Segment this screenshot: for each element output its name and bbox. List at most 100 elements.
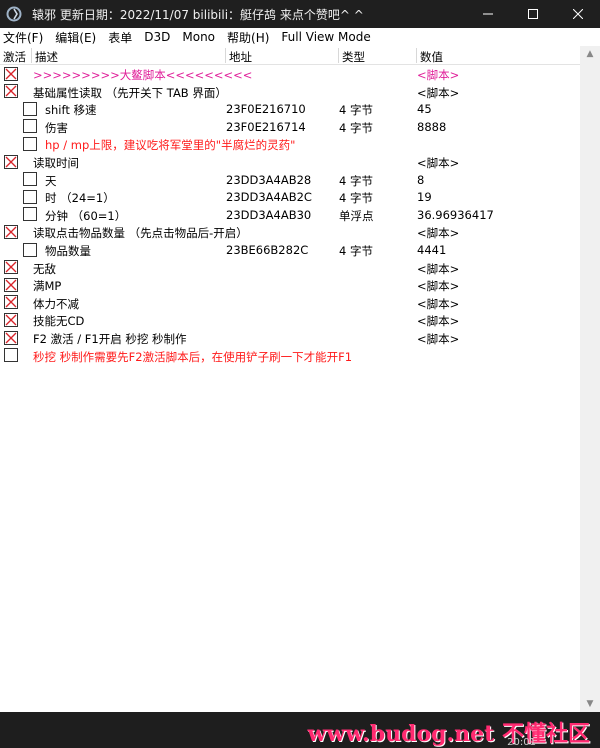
active-checkbox[interactable]	[4, 260, 18, 275]
active-checkbox[interactable]	[4, 295, 18, 310]
entry-description: hp / mp上限，建议吃将军堂里的"半腐烂的灵药"	[45, 138, 296, 153]
entry-value[interactable]: <脚本>	[417, 278, 459, 294]
active-checkbox[interactable]	[4, 312, 18, 327]
table-row[interactable]: 技能无CD <脚本>	[0, 311, 580, 329]
active-checkbox[interactable]	[23, 189, 37, 204]
active-checkbox[interactable]	[4, 84, 18, 99]
entry-value[interactable]: <脚本>	[417, 261, 459, 277]
entry-description: 技能无CD	[33, 314, 85, 329]
table-row[interactable]: >>>>>>>>>大鳌脚本<<<<<<<<< <脚本>	[0, 65, 580, 83]
desktop-background: www.budog.net 不懂社区 20:01	[0, 712, 600, 748]
menu-file[interactable]: 文件(F)	[3, 29, 43, 46]
active-checkbox[interactable]	[4, 348, 18, 363]
active-checkbox[interactable]	[23, 101, 37, 116]
table-row[interactable]: 物品数量 23BE66B282C 4 字节 4441	[0, 241, 580, 259]
entry-description: 时 （24=1）	[45, 191, 115, 206]
column-active[interactable]: 激活	[3, 49, 26, 65]
table-row[interactable]: 时 （24=1） 23DD3A4AB2C 4 字节 19	[0, 188, 580, 206]
column-divider[interactable]	[225, 48, 226, 63]
cheat-entry-list: >>>>>>>>>大鳌脚本<<<<<<<<< <脚本> 基础属性读取 （先开关下 T…	[0, 65, 580, 712]
active-checkbox[interactable]	[23, 207, 37, 222]
entry-value[interactable]: <脚本>	[417, 296, 459, 312]
entry-description: 伤害	[45, 120, 68, 135]
entry-description: 物品数量	[45, 244, 91, 258]
entry-description: 秒挖 秒制作需要先F2激活脚本后，在使用铲子刷一下才能开F1	[33, 349, 353, 364]
entry-description: 基础属性读取 （先开关下 TAB 界面）	[33, 85, 227, 100]
column-description[interactable]: 描述	[35, 49, 58, 65]
entry-value[interactable]: 4441	[417, 243, 446, 257]
entry-value[interactable]: <脚本>	[417, 313, 459, 329]
table-row[interactable]: 伤害 23F0E216714 4 字节 8888	[0, 118, 580, 136]
entry-value[interactable]: 36.96936417	[417, 208, 494, 222]
column-type[interactable]: 类型	[342, 49, 365, 65]
menu-mono[interactable]: Mono	[182, 30, 215, 44]
entry-description: 读取点击物品数量 （先点击物品后-开启）	[33, 226, 248, 241]
entry-value[interactable]: <脚本>	[417, 85, 459, 101]
entry-type: 4 字节	[339, 244, 373, 258]
table-row[interactable]: 满MP <脚本>	[0, 276, 580, 294]
scroll-up-arrow-icon[interactable]: ▲	[580, 46, 600, 62]
active-checkbox[interactable]	[23, 172, 37, 187]
scroll-down-arrow-icon[interactable]: ▼	[580, 696, 600, 712]
table-row[interactable]: 分钟 （60=1） 23DD3A4AB30 单浮点 36.96936417	[0, 206, 580, 224]
cross-check-icon	[5, 296, 17, 308]
taskbar-clock: 20:01	[507, 737, 536, 748]
entry-type: 4 字节	[339, 173, 373, 188]
active-checkbox[interactable]	[4, 224, 18, 239]
table-row[interactable]: 体力不减 <脚本>	[0, 294, 580, 312]
table-row[interactable]: 天 23DD3A4AB28 4 字节 8	[0, 171, 580, 189]
active-checkbox[interactable]	[23, 119, 37, 134]
active-checkbox[interactable]	[4, 154, 18, 169]
table-row[interactable]: 无敌 <脚本>	[0, 259, 580, 277]
cross-check-icon	[5, 261, 17, 273]
active-checkbox[interactable]	[4, 277, 18, 292]
maximize-icon[interactable]	[510, 0, 555, 28]
entry-address: 23DD3A4AB2C	[226, 190, 312, 205]
column-divider[interactable]	[416, 48, 417, 63]
table-row[interactable]: F2 激活 / F1开启 秒挖 秒制作 <脚本>	[0, 329, 580, 347]
cross-check-icon	[5, 226, 17, 238]
cross-check-icon	[5, 85, 17, 97]
entry-value[interactable]: 19	[417, 190, 432, 204]
entry-value[interactable]: <脚本>	[417, 225, 459, 241]
menu-edit[interactable]: 编辑(E)	[55, 29, 96, 46]
table-row[interactable]: shift 移速 23F0E216710 4 字节 45	[0, 100, 580, 118]
menu-bar: 文件(F) 编辑(E) 表单 D3D Mono 帮助(H) Full View …	[0, 28, 600, 46]
entry-address: 23DD3A4AB30	[226, 207, 312, 222]
active-checkbox[interactable]	[4, 330, 18, 345]
entry-type: 4 字节	[339, 103, 373, 118]
entry-value[interactable]: <脚本>	[417, 67, 459, 83]
entry-value[interactable]: 8888	[417, 120, 446, 134]
entry-value[interactable]: 8	[417, 173, 424, 187]
column-value[interactable]: 数值	[420, 49, 443, 65]
cross-check-icon	[5, 68, 17, 79]
vertical-scrollbar[interactable]: ▲ ▼	[580, 46, 600, 712]
active-checkbox[interactable]	[4, 66, 18, 81]
entry-address: 23BE66B282C	[226, 243, 309, 257]
window-title: 辕邪 更新日期：2022/11/07 bilibili：艇仔鸪 来点个赞吧^ ^	[32, 7, 364, 22]
menu-table[interactable]: 表单	[108, 29, 132, 46]
cheat-engine-icon	[6, 6, 22, 22]
entry-address: 23F0E216710	[226, 102, 306, 117]
table-row[interactable]: 基础属性读取 （先开关下 TAB 界面） <脚本>	[0, 83, 580, 101]
menu-help[interactable]: 帮助(H)	[227, 29, 269, 46]
entry-type: 4 字节	[339, 191, 373, 206]
table-row[interactable]: 读取点击物品数量 （先点击物品后-开启） <脚本>	[0, 223, 580, 241]
menu-d3d[interactable]: D3D	[144, 30, 170, 44]
entry-value[interactable]: 45	[417, 102, 432, 116]
entry-value[interactable]: <脚本>	[417, 155, 459, 171]
entry-description: 无敌	[33, 261, 56, 276]
minimize-icon[interactable]	[465, 0, 510, 28]
entry-description: F2 激活 / F1开启 秒挖 秒制作	[33, 332, 187, 346]
table-row[interactable]: hp / mp上限，建议吃将军堂里的"半腐烂的灵药"	[0, 135, 580, 153]
table-row[interactable]: 秒挖 秒制作需要先F2激活脚本后，在使用铲子刷一下才能开F1	[0, 347, 580, 365]
active-checkbox[interactable]	[23, 242, 37, 257]
entry-value[interactable]: <脚本>	[417, 331, 459, 347]
table-row[interactable]: 读取时间 <脚本>	[0, 153, 580, 171]
menu-full-view-mode[interactable]: Full View Mode	[281, 30, 370, 44]
active-checkbox[interactable]	[23, 136, 37, 151]
column-divider[interactable]	[338, 48, 339, 63]
close-icon[interactable]	[555, 0, 600, 28]
column-address[interactable]: 地址	[229, 49, 252, 65]
column-divider[interactable]	[31, 48, 32, 63]
